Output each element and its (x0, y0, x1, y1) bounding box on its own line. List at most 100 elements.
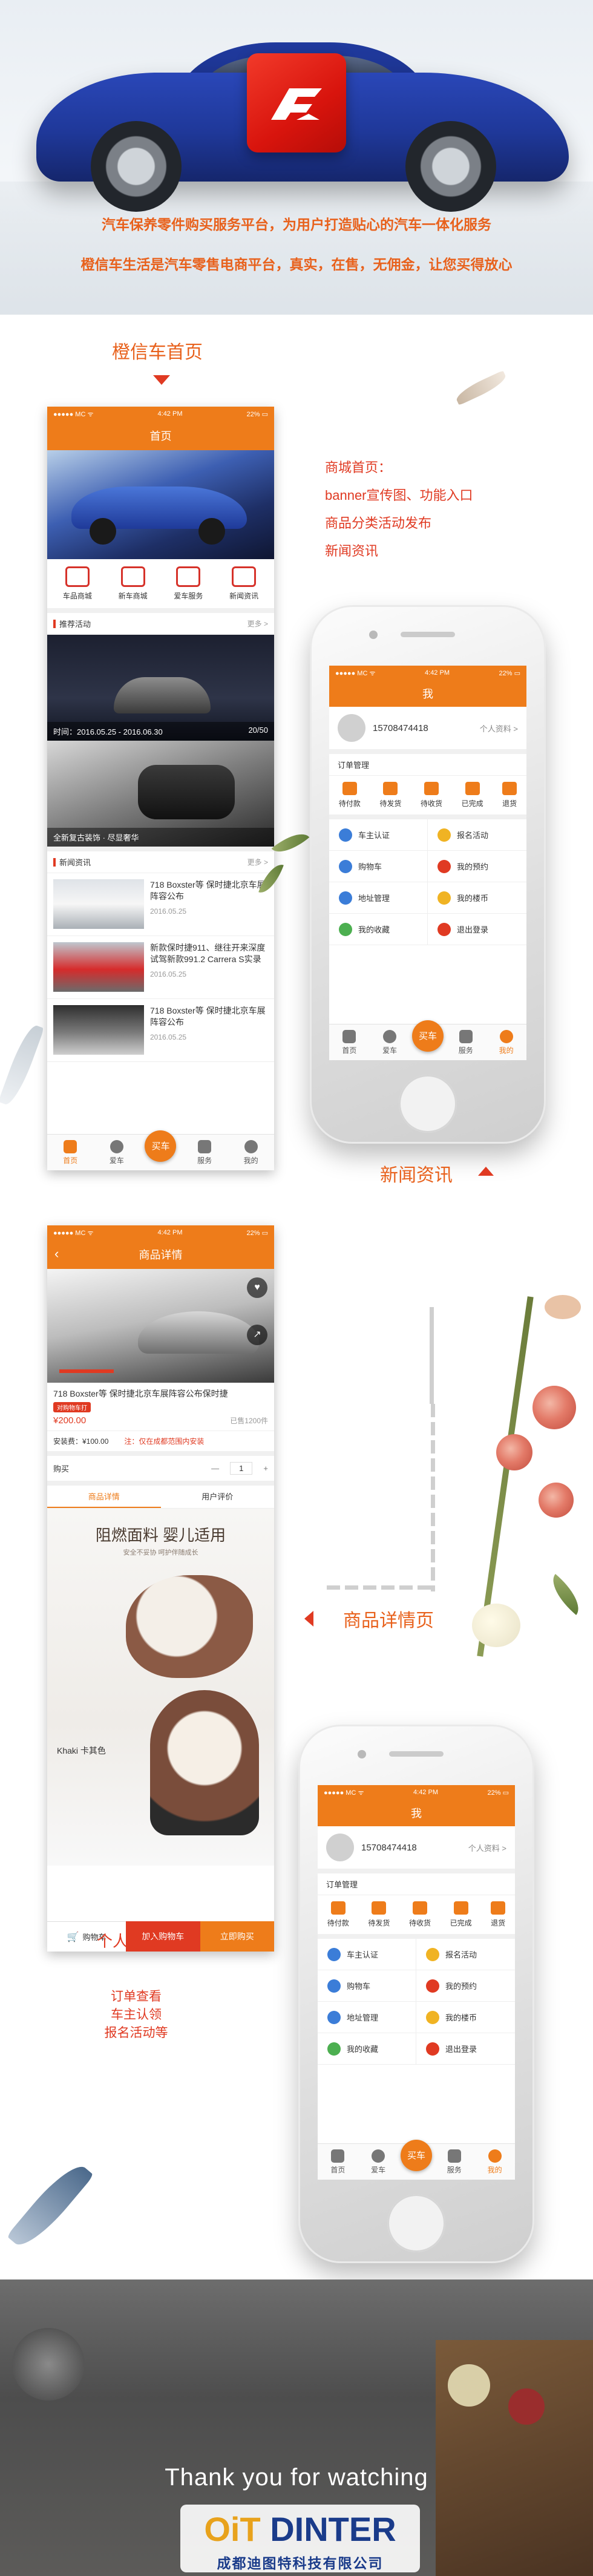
order-pending-payment[interactable]: 待付款 (339, 782, 361, 808)
tab-service[interactable]: 服务 (186, 1139, 223, 1165)
product-tag: 对购物车打 (53, 1402, 91, 1412)
tab-home[interactable]: 首页 (331, 1029, 367, 1055)
menu-cart[interactable]: 购物车 (329, 851, 428, 882)
quick-item-news[interactable]: 新闻资讯 (229, 566, 258, 601)
order-completed[interactable]: 已完成 (450, 1901, 472, 1928)
section-bar (53, 858, 56, 867)
more-link[interactable]: 更多 > (247, 618, 268, 629)
tab-mine[interactable]: 我的 (233, 1139, 269, 1165)
menu-join-activity[interactable]: 报名活动 (416, 1939, 515, 1970)
status-carrier: ●●●●● MC ᯤ (53, 410, 94, 418)
tab-service[interactable]: 服务 (448, 1029, 484, 1055)
ad-heading: 阻燃面料 婴儿适用 (95, 1526, 226, 1544)
tab-product-detail[interactable]: 商品详情 (47, 1486, 161, 1508)
menu-address[interactable]: 地址管理 (329, 882, 428, 914)
tab-buy-car[interactable]: 买车 (400, 2139, 432, 2171)
promo-card-1[interactable]: 时间：2016.05.25 - 2016.06.30 20/50 (47, 635, 274, 741)
order-return[interactable]: 退货 (491, 1901, 505, 1928)
menu-cart[interactable]: 购物车 (318, 1970, 416, 2002)
order-return[interactable]: 退货 (502, 782, 517, 808)
menu-my-coins[interactable]: 我的楼币 (416, 2002, 515, 2033)
home-banner[interactable] (47, 450, 274, 559)
menu-address[interactable]: 地址管理 (318, 2002, 416, 2033)
back-arrow-icon[interactable]: ‹ (54, 1246, 59, 1262)
tab-user-review[interactable]: 用户评价 (161, 1486, 275, 1508)
quantity-stepper[interactable]: — 1 + (211, 1462, 268, 1475)
menu-label: 我的楼币 (445, 2013, 477, 2022)
order-pending-shipment[interactable]: 待发货 (368, 1901, 390, 1928)
quick-item-car-service[interactable]: 爱车服务 (174, 566, 203, 601)
tab-label: 服务 (458, 1046, 473, 1055)
install-row[interactable]: 安装费：¥100.00 注：仅在成都范围内安装 (47, 1431, 274, 1456)
dashed-line-decor (327, 1585, 436, 1590)
feather-decor (0, 1022, 45, 1108)
promo-seat-image (138, 765, 235, 819)
news-item[interactable]: 718 Boxster等 保时捷北京车展阵容公布 2016.05.25 (47, 873, 274, 936)
order-completed[interactable]: 已完成 (462, 782, 483, 808)
menu-label: 报名活动 (457, 831, 489, 840)
menu-my-appointment[interactable]: 我的预约 (428, 851, 526, 882)
tab-mine[interactable]: 我的 (488, 1029, 525, 1055)
menu-favorites[interactable]: 我的收藏 (329, 914, 428, 945)
tab-my-car[interactable]: 爱车 (99, 1139, 135, 1165)
tab-home[interactable]: 首页 (319, 2149, 356, 2175)
menu-logout[interactable]: 退出登录 (416, 2033, 515, 2065)
quick-item-parts-mall[interactable]: 车品商城 (63, 566, 92, 601)
status-time: 4:42 PM (425, 669, 450, 677)
buy-now-button[interactable]: 立即购买 (200, 1921, 274, 1952)
share-icon[interactable]: ↗ (247, 1325, 267, 1345)
banner-wheel (198, 518, 225, 545)
tab-label: 我的 (487, 2165, 502, 2174)
quick-item-new-car-mall[interactable]: 新车商城 (119, 566, 148, 601)
quantity-value[interactable]: 1 (230, 1462, 253, 1475)
menu-favorites[interactable]: 我的收藏 (318, 2033, 416, 2065)
menu-my-coins[interactable]: 我的楼币 (428, 882, 526, 914)
note-item: 订单查看 (111, 1990, 162, 2004)
order-pending-shipment[interactable]: 待发货 (379, 782, 401, 808)
menu-label: 我的预约 (445, 1982, 477, 1991)
order-label: 退货 (491, 1919, 506, 1927)
status-carrier: ●●●●● MC ᯤ (335, 669, 376, 677)
orders-row: 待付款 待发货 待收货 已完成 退货 (329, 776, 526, 819)
tab-label: 首页 (63, 1156, 78, 1165)
menu-logout[interactable]: 退出登录 (428, 914, 526, 945)
rose-decor (532, 1386, 576, 1429)
menu-owner-verify[interactable]: 车主认证 (318, 1939, 416, 1970)
quick-label: 新车商城 (118, 592, 148, 600)
promo-card-2[interactable]: 全新复古装饰 · 尽显奢华 (47, 741, 274, 847)
cart-icon (339, 859, 352, 873)
new-car-icon (120, 566, 145, 587)
home-button[interactable] (399, 1075, 457, 1133)
tab-my-car[interactable]: 爱车 (372, 1029, 408, 1055)
order-pending-payment[interactable]: 待付款 (327, 1901, 349, 1928)
menu-join-activity[interactable]: 报名活动 (428, 819, 526, 851)
menu-owner-verify[interactable]: 车主认证 (329, 819, 428, 851)
news-item[interactable]: 718 Boxster等 保时捷北京车展阵容公布 2016.05.25 (47, 999, 274, 1062)
tab-label: 我的 (499, 1046, 514, 1055)
order-pending-receipt[interactable]: 待收货 (421, 782, 442, 808)
plus-icon[interactable]: + (263, 1464, 268, 1473)
profile-row[interactable]: 15708474418 个人资料 > (329, 707, 526, 754)
order-pending-receipt[interactable]: 待收货 (409, 1901, 431, 1928)
tab-home[interactable]: 首页 (52, 1139, 88, 1165)
profile-link[interactable]: 个人资料 > (468, 1842, 506, 1853)
news-item[interactable]: 新款保时捷911、继往开来深度试驾新款991.2 Carrera S实录 201… (47, 936, 274, 999)
more-link[interactable]: 更多 > (247, 857, 268, 867)
ad-color-label: Khaki 卡其色 (57, 1746, 106, 1755)
vegetable-decor (448, 2364, 490, 2407)
tab-mine[interactable]: 我的 (477, 2149, 513, 2175)
tab-service[interactable]: 服务 (436, 2149, 473, 2175)
menu-my-appointment[interactable]: 我的预约 (416, 1970, 515, 2002)
tab-my-car[interactable]: 爱车 (360, 2149, 396, 2175)
order-label: 待发货 (379, 799, 402, 808)
profile-row[interactable]: 15708474418 个人资料 > (318, 1826, 515, 1873)
home-button[interactable] (387, 2194, 445, 2252)
tab-buy-car[interactable]: 买车 (411, 1020, 444, 1052)
check-icon (453, 1901, 468, 1915)
tab-buy-car[interactable]: 买车 (145, 1130, 177, 1162)
minus-icon[interactable]: — (211, 1464, 219, 1473)
car-service-icon (176, 566, 201, 587)
product-gallery[interactable]: ♥ ↗ (47, 1269, 274, 1383)
profile-link[interactable]: 个人资料 > (480, 723, 518, 734)
favorite-heart-icon[interactable]: ♥ (247, 1277, 267, 1298)
